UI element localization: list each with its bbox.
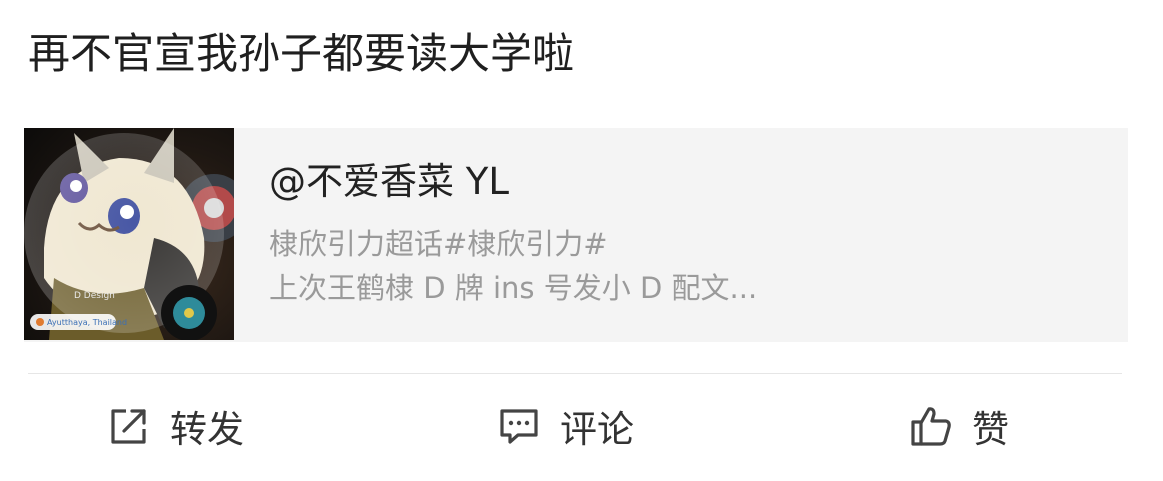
location-tag-text: Ayutthaya, Thailand (47, 318, 127, 327)
plush-doll-image: D Design Ayutthaya, Thailand (24, 128, 234, 340)
card-thumbnail[interactable]: D Design Ayutthaya, Thailand (24, 128, 234, 340)
comment-button[interactable]: 评论 (496, 390, 634, 462)
watermark-text: D Design (74, 291, 115, 301)
comment-label: 评论 (560, 408, 634, 451)
like-button[interactable]: 赞 (908, 390, 1009, 462)
card-desc-line-2: 上次王鹤棣 D 牌 ins 号发小 D 配文... (269, 271, 758, 305)
share-icon (111, 409, 146, 444)
action-bar: 转发 评论 赞 (0, 390, 1163, 462)
like-label: 赞 (972, 408, 1009, 451)
divider (28, 373, 1122, 374)
card-author[interactable]: @不爱香菜 YL (269, 156, 757, 208)
repost-label: 转发 (170, 408, 244, 451)
card-info: @不爱香菜 YL 棣欣引力超话#棣欣引力# 上次王鹤棣 D 牌 ins 号发小 … (234, 128, 757, 342)
post-text: 再不官宣我孙子都要读大学啦 (28, 29, 575, 78)
comment-icon (500, 409, 538, 444)
card-desc-line-1: 棣欣引力超话#棣欣引力# (269, 227, 608, 261)
link-card[interactable]: D Design Ayutthaya, Thailand @不爱香菜 YL 棣欣… (24, 128, 1128, 342)
repost-button[interactable]: 转发 (106, 390, 244, 462)
thumbs-up-icon (911, 407, 951, 446)
